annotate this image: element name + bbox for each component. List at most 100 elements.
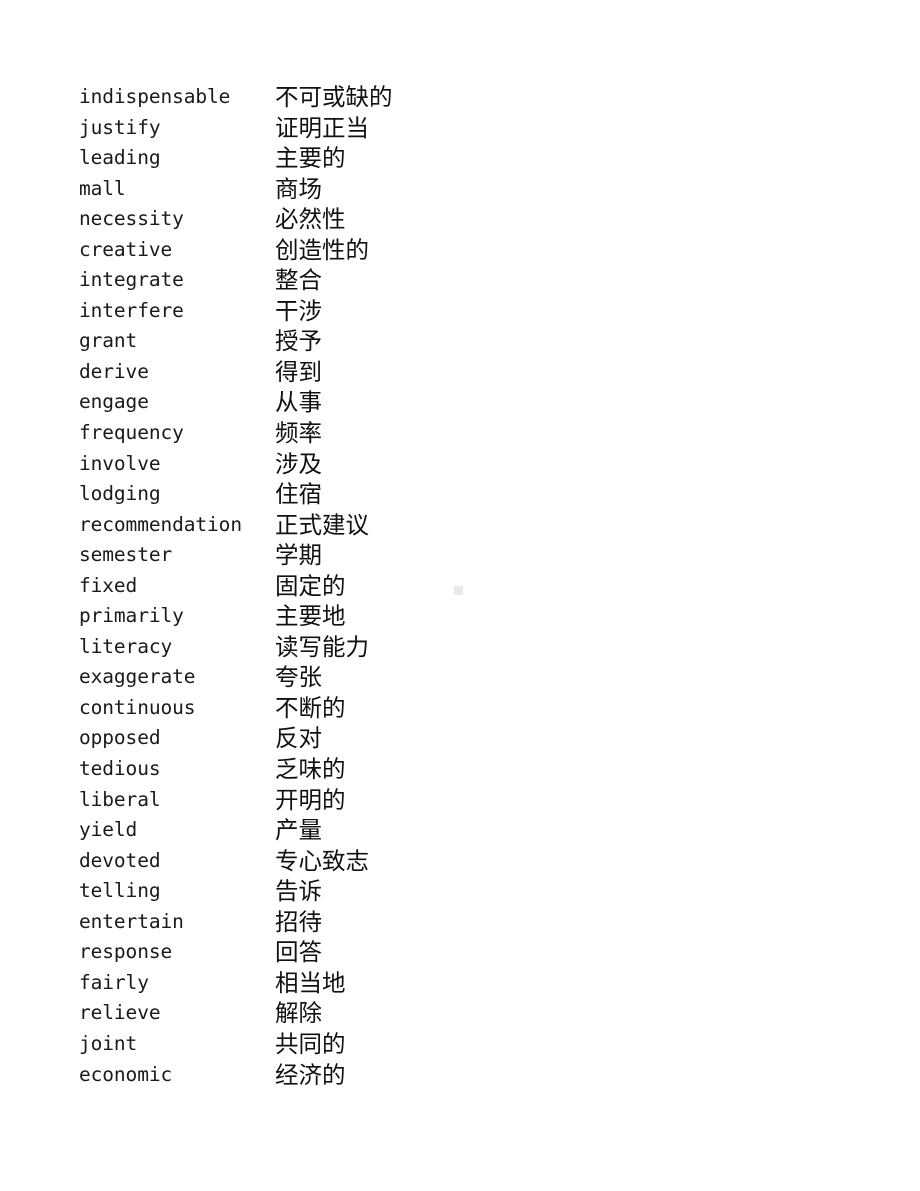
chinese-translation: 主要的 — [275, 144, 346, 173]
vocabulary-row: exaggerate 夸张 — [79, 662, 779, 693]
chinese-translation: 学期 — [275, 541, 322, 570]
chinese-translation: 整合 — [275, 266, 322, 295]
english-term: literacy — [79, 634, 173, 658]
english-term: integrate — [79, 268, 184, 292]
english-term: involve — [79, 451, 161, 475]
vocabulary-row: joint 共同的 — [79, 1029, 779, 1060]
vocabulary-row: engage 从事 — [79, 387, 779, 418]
vocabulary-row: economic 经济的 — [79, 1060, 779, 1091]
vocabulary-row: opposed 反对 — [79, 723, 779, 754]
chinese-translation: 相当地 — [275, 968, 346, 997]
vocabulary-row: leading 主要的 — [79, 143, 779, 174]
vocabulary-row: response 回答 — [79, 937, 779, 968]
english-term: mall — [79, 176, 126, 200]
chinese-translation: 反对 — [275, 724, 322, 753]
english-term: derive — [79, 359, 149, 383]
english-term: interfere — [79, 298, 184, 322]
english-term: necessity — [79, 207, 184, 231]
english-term: indispensable — [79, 85, 231, 108]
vocabulary-row: entertain 招待 — [79, 907, 779, 938]
vocabulary-row: primarily 主要地 — [79, 601, 779, 632]
chinese-translation: 专心致志 — [275, 846, 369, 875]
vocabulary-row: creative 创造性的 — [79, 235, 779, 266]
english-term: economic — [79, 1062, 173, 1086]
english-term: telling — [79, 879, 161, 903]
english-term: primarily — [79, 604, 184, 628]
english-term: liberal — [79, 787, 161, 811]
chinese-translation: 证明正当 — [275, 113, 369, 142]
page-artifact-mark — [454, 586, 463, 595]
chinese-translation: 从事 — [275, 388, 322, 417]
chinese-translation: 必然性 — [275, 205, 346, 234]
chinese-translation: 不断的 — [275, 693, 346, 722]
chinese-translation: 住宿 — [275, 480, 322, 509]
english-term: joint — [79, 1031, 138, 1055]
vocabulary-row: grant 授予 — [79, 326, 779, 357]
english-term: recommendation — [79, 512, 242, 536]
english-term: exaggerate — [79, 665, 196, 689]
english-term: grant — [79, 329, 138, 353]
chinese-translation: 商场 — [275, 174, 322, 203]
chinese-translation: 涉及 — [275, 449, 322, 478]
vocabulary-row: fixed 固定的 — [79, 571, 779, 602]
vocabulary-row: frequency 频率 — [79, 418, 779, 449]
chinese-translation: 乏味的 — [275, 755, 346, 784]
vocabulary-row: liberal 开明的 — [79, 785, 779, 816]
vocabulary-row: involve 涉及 — [79, 449, 779, 480]
chinese-translation: 不可或缺的 — [275, 83, 393, 111]
vocabulary-row: interfere 干涉 — [79, 296, 779, 327]
english-term: tedious — [79, 757, 161, 781]
chinese-translation: 夸张 — [275, 663, 322, 692]
vocabulary-row: yield 产量 — [79, 815, 779, 846]
english-term: justify — [79, 115, 161, 139]
english-term: fixed — [79, 573, 138, 597]
chinese-translation: 得到 — [275, 357, 322, 386]
chinese-translation: 频率 — [275, 419, 322, 448]
english-term: engage — [79, 390, 149, 414]
vocabulary-row: lodging 住宿 — [79, 479, 779, 510]
vocabulary-row: justify 证明正当 — [79, 113, 779, 144]
chinese-translation: 固定的 — [275, 571, 346, 600]
vocabulary-row: relieve 解除 — [79, 998, 779, 1029]
english-term: entertain — [79, 909, 184, 933]
chinese-translation: 回答 — [275, 938, 322, 967]
english-term: frequency — [79, 421, 184, 445]
vocabulary-row: semester 学期 — [79, 540, 779, 571]
vocabulary-row: recommendation 正式建议 — [79, 510, 779, 541]
chinese-translation: 告诉 — [275, 877, 322, 906]
english-term: continuous — [79, 695, 196, 719]
chinese-translation: 解除 — [275, 999, 322, 1028]
chinese-translation: 共同的 — [275, 1029, 346, 1058]
vocabulary-row: derive 得到 — [79, 357, 779, 388]
english-term: lodging — [79, 482, 161, 506]
vocabulary-row: continuous 不断的 — [79, 693, 779, 724]
chinese-translation: 创造性的 — [275, 235, 369, 264]
vocabulary-list: indispensable 不可或缺的 justify 证明正当 leading 主要的 m… — [79, 82, 779, 1090]
english-term: leading — [79, 146, 161, 170]
english-term: response — [79, 940, 173, 964]
chinese-translation: 经济的 — [275, 1060, 346, 1089]
vocabulary-row: telling 告诉 — [79, 876, 779, 907]
chinese-translation: 干涉 — [275, 296, 322, 325]
vocabulary-row: necessity 必然性 — [79, 204, 779, 235]
english-term: devoted — [79, 848, 161, 872]
english-term: opposed — [79, 726, 161, 750]
english-term: semester — [79, 543, 173, 567]
chinese-translation: 招待 — [275, 907, 322, 936]
vocabulary-row: devoted 专心致志 — [79, 846, 779, 877]
vocabulary-row: fairly 相当地 — [79, 968, 779, 999]
chinese-translation: 读写能力 — [275, 632, 369, 661]
vocabulary-row: literacy 读写能力 — [79, 632, 779, 663]
chinese-translation: 正式建议 — [275, 510, 369, 539]
vocabulary-row: tedious 乏味的 — [79, 754, 779, 785]
chinese-translation: 主要地 — [275, 602, 346, 631]
chinese-translation: 开明的 — [275, 785, 346, 814]
english-term: creative — [79, 237, 173, 261]
chinese-translation: 授予 — [275, 327, 322, 356]
english-term: fairly — [79, 970, 149, 994]
vocabulary-row: indispensable 不可或缺的 — [79, 82, 779, 113]
vocabulary-row: integrate 整合 — [79, 265, 779, 296]
english-term: relieve — [79, 1001, 161, 1025]
chinese-translation: 产量 — [275, 816, 322, 845]
vocabulary-page: indispensable 不可或缺的 justify 证明正当 leading 主要的 m… — [0, 0, 920, 1191]
